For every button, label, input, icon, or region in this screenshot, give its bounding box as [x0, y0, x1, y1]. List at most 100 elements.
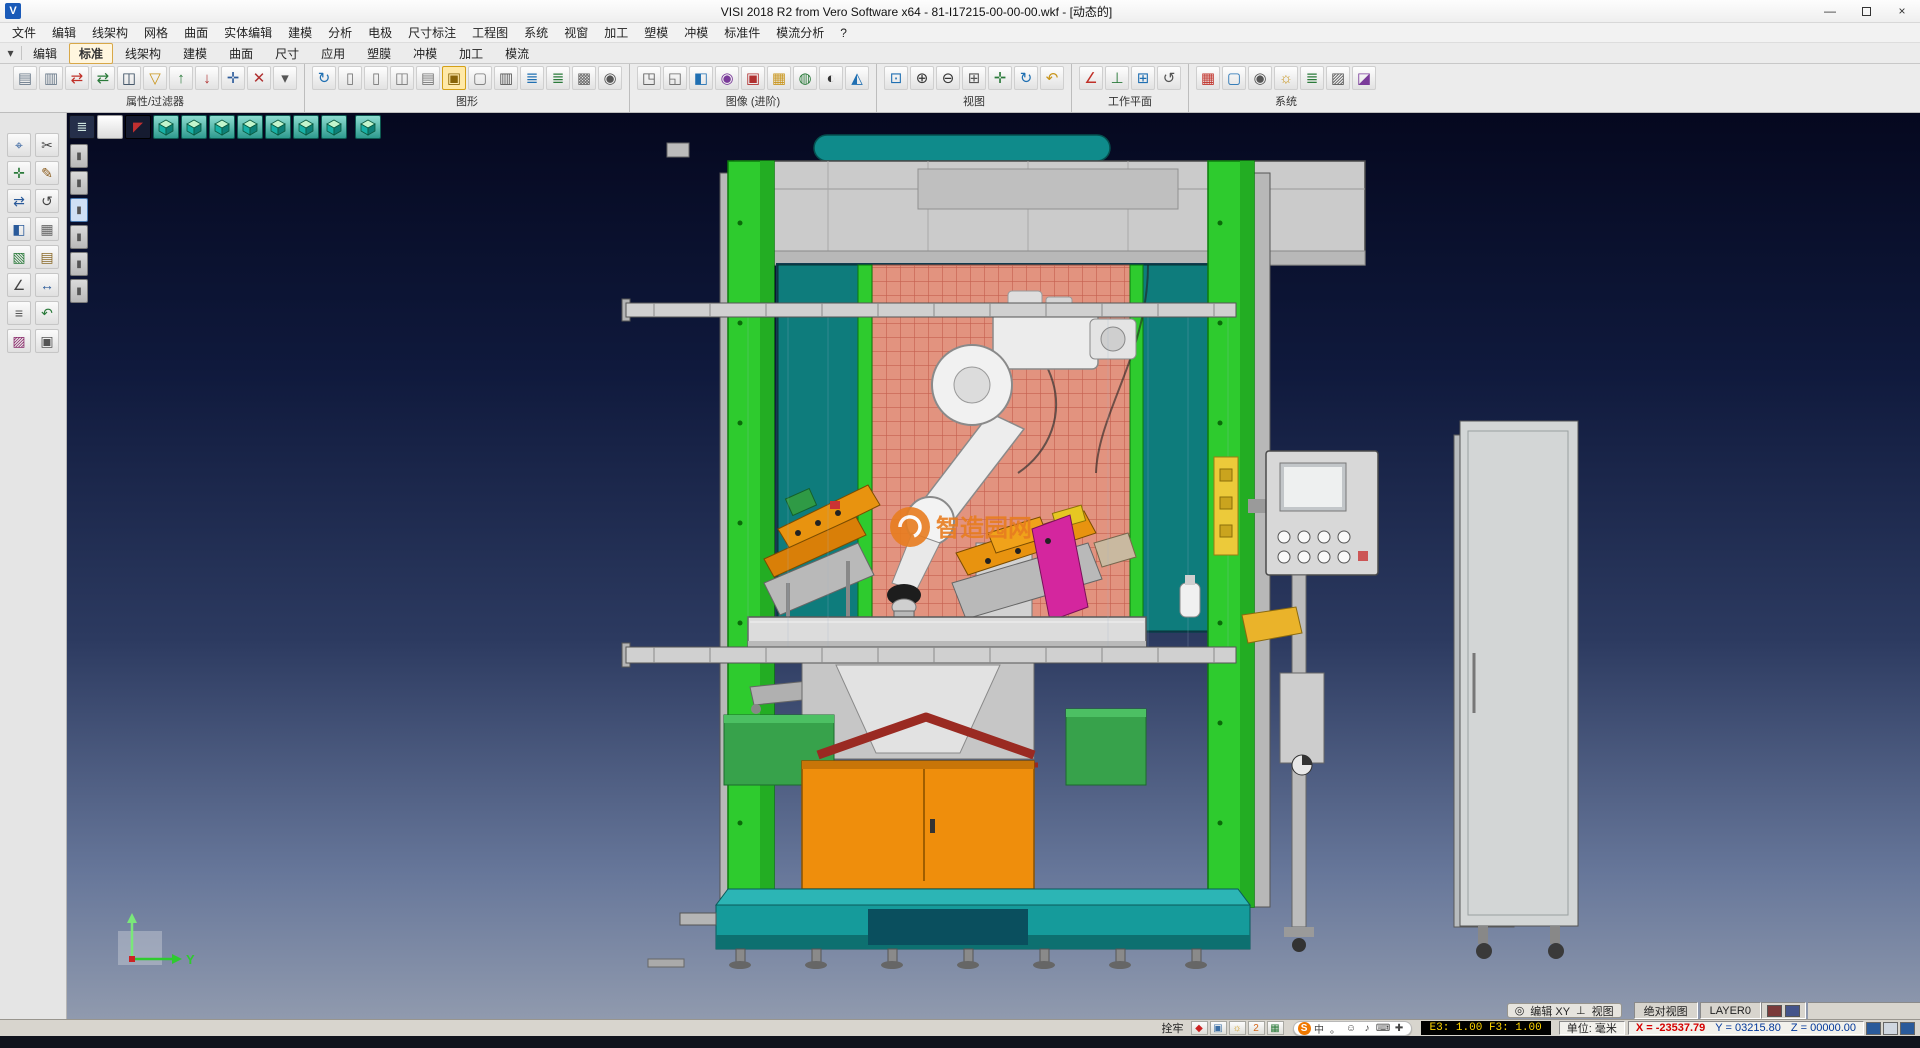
- tab-1[interactable]: 编辑: [23, 43, 67, 64]
- viewport-tool-icon-3[interactable]: ▮: [70, 198, 88, 222]
- move-icon[interactable]: ✛: [7, 161, 31, 185]
- properties-filter-icon[interactable]: ▤: [13, 66, 37, 90]
- menu-item-4[interactable]: 网格: [136, 23, 176, 42]
- corner-swatch-1[interactable]: [1866, 1022, 1881, 1035]
- hatch-settings-icon[interactable]: ▨: [1326, 66, 1350, 90]
- layer-swatch-1[interactable]: [1767, 1005, 1782, 1017]
- overflow-chevron-icon[interactable]: ▾: [273, 66, 297, 90]
- capture-icon[interactable]: ◉: [598, 66, 622, 90]
- tab-8[interactable]: 塑膜: [357, 43, 401, 64]
- highlight-icon[interactable]: ✛: [221, 66, 245, 90]
- erase-highlight-icon[interactable]: ✕: [247, 66, 271, 90]
- display-settings-icon[interactable]: ▢: [1222, 66, 1246, 90]
- viewport-tool-icon-1[interactable]: ▮: [70, 144, 88, 168]
- ime-keyboard-icon[interactable]: ⌨: [1376, 1023, 1391, 1034]
- isometric-view-icon[interactable]: [355, 115, 381, 139]
- viewport-tool-icon-6[interactable]: ▮: [70, 279, 88, 303]
- transparency-icon[interactable]: ◍: [793, 66, 817, 90]
- axonometric-view-icon[interactable]: [153, 115, 179, 139]
- viewport-tool-icon-4[interactable]: ▮: [70, 225, 88, 249]
- material-icon[interactable]: ▣: [741, 66, 765, 90]
- right-view-icon[interactable]: [237, 115, 263, 139]
- workplane-reset-icon[interactable]: ↺: [1157, 66, 1181, 90]
- menu-item-3[interactable]: 线架构: [84, 23, 136, 42]
- graphics-list-icon[interactable]: ≣: [520, 66, 544, 90]
- tab-5[interactable]: 曲面: [219, 43, 263, 64]
- clear-view-icon[interactable]: [97, 115, 123, 139]
- multi-view-icon[interactable]: ◫: [390, 66, 414, 90]
- zoom-out-icon[interactable]: ⊖: [936, 66, 960, 90]
- previous-view-icon[interactable]: ↶: [1040, 66, 1064, 90]
- tab-overflow-dropdown[interactable]: ▾: [0, 46, 22, 60]
- menu-item-5[interactable]: 曲面: [176, 23, 216, 42]
- tab-11[interactable]: 模流: [495, 43, 539, 64]
- workplane-icon[interactable]: ∠: [1079, 66, 1103, 90]
- close-button[interactable]: ×: [1884, 0, 1920, 22]
- mirror-icon[interactable]: ⇄: [7, 189, 31, 213]
- tab-2[interactable]: 标准: [69, 43, 113, 64]
- tab-7[interactable]: 应用: [311, 43, 355, 64]
- grid-display-icon[interactable]: ▦: [1267, 1021, 1284, 1035]
- solid-icon[interactable]: ▦: [35, 217, 59, 241]
- tab-6[interactable]: 尺寸: [265, 43, 309, 64]
- menu-item-1[interactable]: 文件: [4, 23, 44, 42]
- single-view-icon[interactable]: ▯: [364, 66, 388, 90]
- wireframe-view-icon[interactable]: ▢: [468, 66, 492, 90]
- rotate-icon[interactable]: ↺: [35, 189, 59, 213]
- menu-item-13[interactable]: 视窗: [556, 23, 596, 42]
- viewport-tool-icon-5[interactable]: ▮: [70, 252, 88, 276]
- magnet-icon[interactable]: ◫: [117, 66, 141, 90]
- swap-green-icon[interactable]: ⇄: [91, 66, 115, 90]
- corner-swatch-2[interactable]: [1883, 1022, 1898, 1035]
- note-icon[interactable]: ▤: [35, 245, 59, 269]
- ime-punct-toggle[interactable]: 。: [1328, 1021, 1343, 1036]
- menu-item-19[interactable]: ?: [832, 25, 855, 41]
- back-view-icon[interactable]: [293, 115, 319, 139]
- tab-10[interactable]: 加工: [449, 43, 493, 64]
- menu-item-6[interactable]: 实体编辑: [216, 23, 280, 42]
- render-settings-icon[interactable]: ◪: [1352, 66, 1376, 90]
- left-view-icon[interactable]: [265, 115, 291, 139]
- section-view-icon[interactable]: ◭: [845, 66, 869, 90]
- minimize-button[interactable]: —: [1812, 0, 1848, 22]
- snapshot-icon[interactable]: ◉: [1248, 66, 1272, 90]
- workplane-normal-icon[interactable]: ⊥: [1105, 66, 1129, 90]
- flat-shade-icon[interactable]: ◧: [689, 66, 713, 90]
- zoom-select-icon[interactable]: ⌖: [7, 133, 31, 157]
- surface-icon[interactable]: ◧: [7, 217, 31, 241]
- shadow-icon[interactable]: ◐: [819, 66, 843, 90]
- menu-item-16[interactable]: 冲模: [676, 23, 716, 42]
- top-view-icon[interactable]: [209, 115, 235, 139]
- workplane-view-label[interactable]: 视图: [1592, 1003, 1614, 1019]
- zoom-in-icon[interactable]: ⊕: [910, 66, 934, 90]
- menu-item-17[interactable]: 标准件: [716, 23, 768, 42]
- rotate-view-icon[interactable]: ↻: [1014, 66, 1038, 90]
- light-icon[interactable]: ☼: [1229, 1021, 1246, 1035]
- texture-icon[interactable]: ▦: [767, 66, 791, 90]
- tab-9[interactable]: 冲模: [403, 43, 447, 64]
- snap-lock-toggle[interactable]: 拴牢: [1162, 1020, 1184, 1036]
- menu-item-7[interactable]: 建模: [280, 23, 320, 42]
- machine-3d-model[interactable]: 智造园网 Y: [88, 113, 1920, 1019]
- dimension-icon[interactable]: ↔: [35, 273, 59, 297]
- front-view-icon[interactable]: [181, 115, 207, 139]
- gouraud-shade-icon[interactable]: ◉: [715, 66, 739, 90]
- menu-item-10[interactable]: 尺寸标注: [400, 23, 464, 42]
- color-settings-icon[interactable]: ▦: [1196, 66, 1220, 90]
- graphics-db-icon[interactable]: ≣: [546, 66, 570, 90]
- 2d-mode-icon[interactable]: 2: [1248, 1021, 1265, 1035]
- zoom-window-icon[interactable]: ⊞: [962, 66, 986, 90]
- active-view-icon[interactable]: ▣: [442, 66, 466, 90]
- base-platform[interactable]: [648, 889, 1250, 969]
- swap-red-icon[interactable]: ⇄: [65, 66, 89, 90]
- menu-item-18[interactable]: 模流分析: [768, 23, 832, 42]
- ime-emoji-icon[interactable]: ☺: [1344, 1023, 1359, 1034]
- electrical-cabinet[interactable]: [1454, 421, 1578, 959]
- menu-item-2[interactable]: 编辑: [44, 23, 84, 42]
- sketch-icon[interactable]: ✎: [35, 161, 59, 185]
- layers-icon[interactable]: ≡: [7, 301, 31, 325]
- menu-item-12[interactable]: 系统: [516, 23, 556, 42]
- clipboard-icon[interactable]: ▣: [35, 329, 59, 353]
- pan-icon[interactable]: ✛: [988, 66, 1012, 90]
- print-view-icon[interactable]: ▥: [494, 66, 518, 90]
